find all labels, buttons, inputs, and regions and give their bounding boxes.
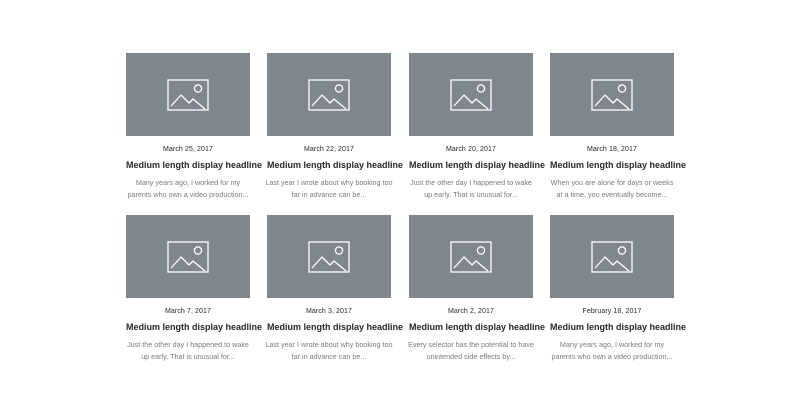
post-date: March 18, 2017 [586, 146, 638, 153]
post-thumbnail[interactable] [409, 215, 533, 298]
post-thumbnail[interactable] [126, 215, 250, 298]
post-date: March 22, 2017 [303, 146, 355, 153]
post-thumbnail[interactable] [126, 53, 250, 136]
post-date: March 7, 2017 [164, 308, 212, 315]
post-date: March 3, 2017 [305, 308, 353, 315]
image-placeholder-icon [167, 240, 209, 273]
post-excerpt: Last year I wrote about why booking too … [265, 178, 393, 199]
post-card[interactable]: March 25, 2017 Medium length display hea… [126, 53, 262, 200]
post-card[interactable]: March 18, 2017 Medium length display hea… [550, 53, 686, 200]
blog-post-grid: March 25, 2017 Medium length display hea… [0, 0, 800, 412]
post-card[interactable]: March 7, 2017 Medium length display head… [126, 215, 262, 362]
post-date: March 2, 2017 [447, 308, 495, 315]
post-date: February 18, 2017 [582, 308, 642, 315]
post-headline[interactable]: Medium length display headline [126, 160, 262, 171]
image-placeholder-icon [308, 78, 350, 111]
post-card[interactable]: February 18, 2017 Medium length display … [550, 215, 686, 362]
post-date: March 20, 2017 [445, 146, 497, 153]
post-card[interactable]: March 20, 2017 Medium length display hea… [409, 53, 545, 200]
post-headline[interactable]: Medium length display headline [267, 322, 403, 333]
post-card[interactable]: March 2, 2017 Medium length display head… [408, 215, 545, 362]
post-excerpt: Just the other day I happened to wake up… [410, 178, 532, 199]
image-placeholder-icon [308, 240, 350, 273]
post-headline[interactable]: Medium length display headline [267, 160, 403, 171]
post-headline[interactable]: Medium length display headline [409, 160, 545, 171]
post-headline[interactable]: Medium length display headline [550, 322, 686, 333]
post-excerpt: Every selector has the potential to have… [408, 340, 534, 361]
post-thumbnail[interactable] [550, 53, 674, 136]
image-placeholder-icon [591, 78, 633, 111]
post-excerpt: Just the other day I happened to wake up… [127, 340, 249, 361]
post-headline[interactable]: Medium length display headline [126, 322, 262, 333]
post-headline[interactable]: Medium length display headline [409, 322, 545, 333]
image-placeholder-icon [591, 240, 633, 273]
post-date: March 25, 2017 [162, 146, 214, 153]
post-thumbnail[interactable] [267, 215, 391, 298]
image-placeholder-icon [450, 78, 492, 111]
post-card[interactable]: March 3, 2017 Medium length display head… [265, 215, 403, 362]
image-placeholder-icon [167, 78, 209, 111]
post-thumbnail[interactable] [550, 215, 674, 298]
post-excerpt: Many years ago, I worked for my parents … [127, 178, 249, 199]
post-card[interactable]: March 22, 2017 Medium length display hea… [265, 53, 403, 200]
post-excerpt: Many years ago, I worked for my parents … [551, 340, 673, 361]
post-thumbnail[interactable] [409, 53, 533, 136]
post-excerpt: Last year I wrote about why booking too … [265, 340, 393, 361]
image-placeholder-icon [450, 240, 492, 273]
post-thumbnail[interactable] [267, 53, 391, 136]
post-headline[interactable]: Medium length display headline [550, 160, 686, 171]
post-excerpt: When you are alone for days or weeks at … [550, 178, 674, 199]
